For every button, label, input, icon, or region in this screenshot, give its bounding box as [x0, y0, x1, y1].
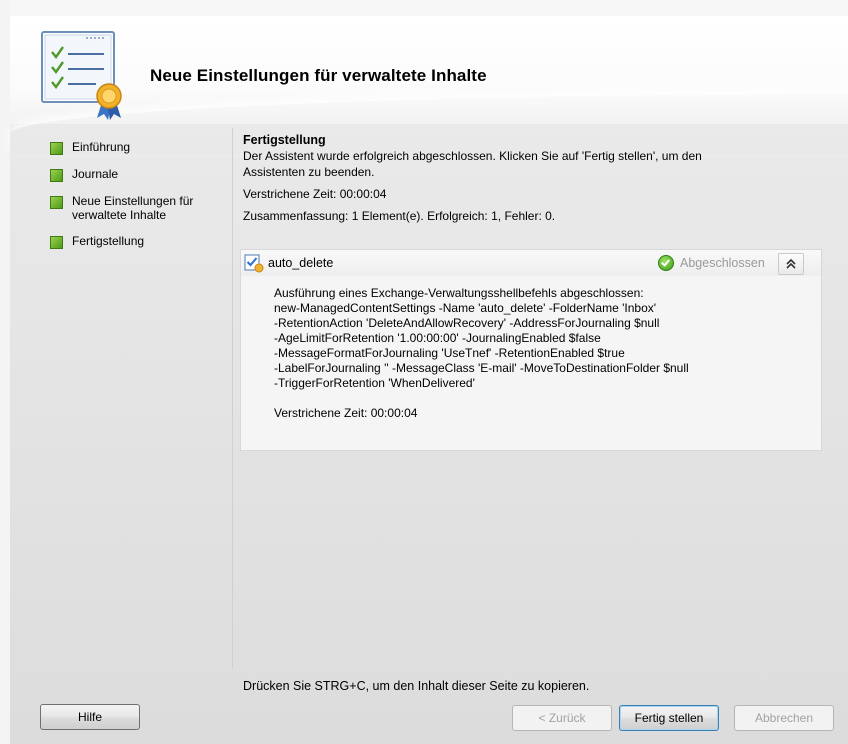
double-chevron-up-icon: [786, 258, 796, 269]
window-top-edge: [0, 0, 848, 16]
green-check-icon: [658, 255, 674, 271]
collapse-button[interactable]: [778, 253, 804, 275]
output-line: new-ManagedContentSettings -Name 'auto_d…: [274, 301, 657, 315]
step-complete-icon: [50, 169, 63, 182]
step-label: Neue Einstellungen für verwaltete Inhalt…: [72, 194, 194, 222]
step-item: Fertigstellung: [50, 234, 230, 249]
output-line: -MessageFormatForJournaling 'UseTnef' -R…: [274, 346, 625, 360]
finish-button[interactable]: Fertig stellen: [619, 705, 719, 731]
step-label: Journale: [72, 167, 119, 181]
step-item: Journale: [50, 167, 230, 182]
wizard-window: Neue Einstellungen für verwaltete Inhalt…: [0, 0, 848, 744]
task-header: auto_delete Abgeschlossen: [241, 250, 821, 276]
step-label: Fertigstellung: [72, 234, 145, 248]
copy-hint: Drücken Sie STRG+C, um den Inhalt dieser…: [243, 679, 590, 693]
checklist-certificate-icon: [41, 31, 122, 120]
completion-message: Der Assistent wurde erfolgreich abgeschl…: [243, 149, 702, 163]
step-complete-icon: [50, 236, 63, 249]
task-elapsed-time: Verstrichene Zeit: 00:00:04: [274, 406, 418, 420]
wizard-steps-list: Einführung Journale Neue Einstellungen f…: [50, 140, 230, 261]
window-left-edge: [0, 0, 10, 744]
step-item: Einführung: [50, 140, 230, 155]
task-result-panel: auto_delete Abgeschlossen Ausführung ein…: [240, 249, 822, 451]
panel-divider: [232, 128, 233, 668]
back-button[interactable]: < Zurück: [512, 705, 612, 731]
wizard-title: Neue Einstellungen für verwaltete Inhalt…: [150, 66, 487, 85]
summary-text: Zusammenfassung: 1 Element(e). Erfolgrei…: [243, 209, 556, 223]
elapsed-time: Verstrichene Zeit: 00:00:04: [243, 187, 387, 201]
step-complete-icon: [50, 142, 63, 155]
task-output: Ausführung eines Exchange-Verwaltungsshe…: [274, 286, 814, 421]
completion-message: Assistenten zu beenden.: [243, 165, 375, 179]
cancel-button[interactable]: Abbrechen: [734, 705, 834, 731]
output-line: -LabelForJournaling '' -MessageClass 'E-…: [274, 361, 689, 375]
step-item: Neue Einstellungen für verwaltete Inhalt…: [50, 194, 230, 222]
completion-panel: Fertigstellung Der Assistent wurde erfol…: [243, 133, 823, 225]
task-status: Abgeschlossen: [680, 256, 765, 270]
output-line: -RetentionAction 'DeleteAndAllowRecovery…: [274, 316, 660, 330]
task-check-icon: [244, 254, 264, 273]
output-line: Ausführung eines Exchange-Verwaltungsshe…: [274, 286, 644, 300]
step-label: Einführung: [72, 140, 131, 154]
output-line: -AgeLimitForRetention '1.00:00:00' -Jour…: [274, 331, 601, 345]
task-name: auto_delete: [268, 256, 334, 270]
help-button[interactable]: Hilfe: [40, 704, 140, 730]
output-line: -TriggerForRetention 'WhenDelivered': [274, 376, 475, 390]
completion-heading: Fertigstellung: [243, 133, 326, 147]
step-complete-icon: [50, 196, 63, 209]
